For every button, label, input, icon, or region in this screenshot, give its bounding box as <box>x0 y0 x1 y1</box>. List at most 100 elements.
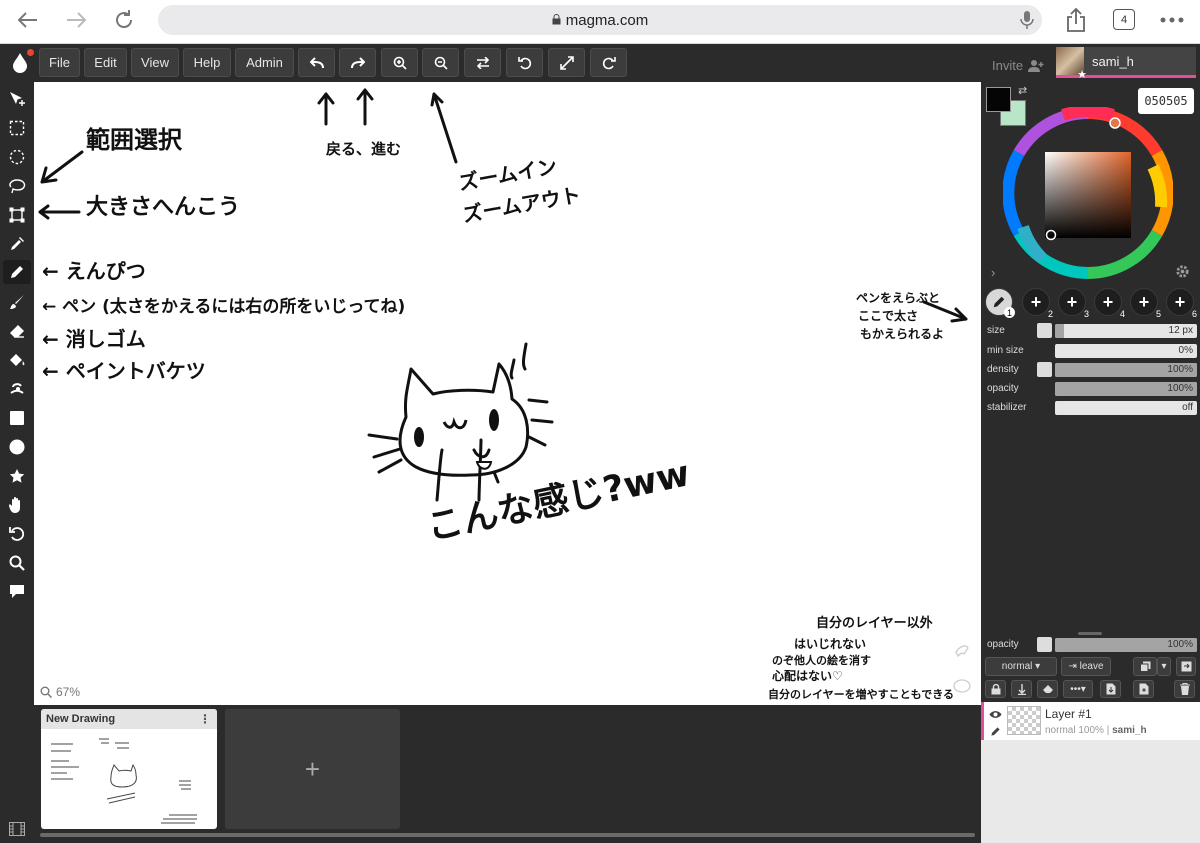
hand-icon <box>9 497 20 513</box>
flip-button[interactable] <box>464 48 501 77</box>
film-strip-button[interactable] <box>5 817 29 841</box>
magma-logo[interactable] <box>5 48 35 78</box>
paint-bucket-tool[interactable] <box>5 348 29 372</box>
forward-button[interactable] <box>60 6 92 34</box>
duplicate-layer-button[interactable] <box>1133 657 1157 676</box>
tab-count-button[interactable]: 4 <box>1113 9 1135 30</box>
menu-edit[interactable]: Edit <box>84 48 127 77</box>
hue-marker[interactable] <box>1109 117 1121 129</box>
brush-slot-2[interactable]: +2 <box>1022 288 1053 319</box>
merge-layer-button[interactable] <box>1176 657 1196 676</box>
ellipse-tool[interactable] <box>5 435 29 459</box>
brush-slot-1[interactable]: 1 <box>985 288 1015 318</box>
user-chip[interactable]: ★ sami_h <box>1056 47 1196 81</box>
chat-tool[interactable] <box>5 579 29 603</box>
lasso-icon <box>9 179 26 194</box>
chevron-right-icon[interactable]: › <box>991 265 995 280</box>
brush-slot-4[interactable]: +4 <box>1094 288 1125 319</box>
menu-admin[interactable]: Admin <box>235 48 294 77</box>
zoom-in-button[interactable] <box>381 48 418 77</box>
layer-mode: normal <box>1045 725 1076 736</box>
share-button[interactable] <box>1060 6 1092 34</box>
redo-button[interactable] <box>339 48 376 77</box>
drawing-canvas[interactable]: 範囲選択 大きさへんこう ← えんぴつ ← ペン (太さをかえるには右の所をいじ… <box>34 82 981 705</box>
polygon-tool[interactable] <box>5 464 29 488</box>
zoom-indicator[interactable]: 67% <box>40 685 80 699</box>
undo-icon <box>309 56 324 68</box>
eye-icon[interactable] <box>989 706 1002 724</box>
delete-layer-button[interactable] <box>1174 680 1195 698</box>
undo-button[interactable] <box>298 48 335 77</box>
merge-down-button[interactable] <box>1011 680 1032 698</box>
density-pressure-toggle[interactable] <box>1037 362 1052 377</box>
brush-slot-5[interactable]: +5 <box>1130 288 1161 319</box>
drawing-card[interactable]: New Drawing ⋮ <box>41 709 217 829</box>
lasso-tool[interactable] <box>5 174 29 198</box>
import-image-button[interactable] <box>1100 680 1121 698</box>
eraser-tool[interactable] <box>5 319 29 343</box>
density-row: density 100% <box>987 362 1197 377</box>
kebab-menu-icon[interactable]: ⋮ <box>199 712 211 726</box>
add-drawing-button[interactable]: + <box>225 709 400 829</box>
address-bar[interactable]: magma.com <box>158 5 1042 35</box>
zoom-tool[interactable] <box>5 551 29 575</box>
layer-opacity-toggle[interactable] <box>1037 637 1052 652</box>
back-button[interactable] <box>12 6 44 34</box>
invite-label: Invite <box>992 58 1024 73</box>
eyedropper-tool[interactable] <box>5 232 29 256</box>
note-layer-tip-4: 心配はない♡ <box>772 668 843 683</box>
layer-opacity-label: opacity <box>987 639 1019 650</box>
settings-gear-icon[interactable] <box>1175 264 1190 284</box>
opacity-slider[interactable]: 100% <box>1055 381 1197 396</box>
swap-colors-icon[interactable]: ⇄ <box>1018 84 1027 97</box>
microphone-icon[interactable] <box>1020 10 1034 34</box>
hex-color-input[interactable]: 050505 <box>1138 88 1194 114</box>
invite-button[interactable]: Invite <box>992 58 1044 73</box>
layer-list: Layer #1 normal 100% | sami_h <box>981 702 1200 843</box>
min-size-slider[interactable]: 0% <box>1055 343 1197 358</box>
note-pencil: ← えんぴつ <box>42 259 146 283</box>
ellipse-select-tool[interactable] <box>5 145 29 169</box>
rect-select-tool[interactable] <box>5 116 29 140</box>
lock-layer-button[interactable] <box>985 680 1006 698</box>
hand-tool[interactable] <box>5 493 29 517</box>
zoom-out-icon <box>434 56 448 70</box>
transform-tool[interactable] <box>5 203 29 227</box>
size-pressure-toggle[interactable] <box>1037 323 1052 338</box>
rotate-left-button[interactable] <box>506 48 543 77</box>
menu-view[interactable]: View <box>131 48 179 77</box>
rectangle-tool[interactable] <box>5 406 29 430</box>
brush-slot-3[interactable]: +3 <box>1058 288 1089 319</box>
pencil-tool[interactable] <box>3 260 31 284</box>
color-wheel[interactable] <box>1003 107 1173 282</box>
fullscreen-icon <box>559 55 574 70</box>
fullscreen-button[interactable] <box>548 48 585 77</box>
brush-tool[interactable] <box>5 290 29 314</box>
drawing-card-header: New Drawing ⋮ <box>41 709 217 729</box>
brush-slot-6[interactable]: +6 <box>1166 288 1197 319</box>
clear-layer-button[interactable] <box>1037 680 1058 698</box>
layer-more-button[interactable]: •••▾ <box>1063 680 1093 698</box>
zoom-out-button[interactable] <box>422 48 459 77</box>
layer-row[interactable]: Layer #1 normal 100% | sami_h <box>981 702 1200 740</box>
panel-resize-handle[interactable] <box>1078 632 1102 635</box>
layer-opacity-slider[interactable]: 100% <box>1055 637 1197 652</box>
new-layer-button[interactable] <box>1133 680 1154 698</box>
move-tool[interactable] <box>5 87 29 111</box>
smudge-tool[interactable] <box>5 377 29 401</box>
drawings-scrollbar[interactable] <box>40 833 975 837</box>
size-slider[interactable]: 12 px <box>1055 323 1197 338</box>
menu-file[interactable]: File <box>39 48 80 77</box>
leave-button[interactable]: ⇥ leave <box>1061 657 1111 676</box>
zoom-value: 67% <box>56 685 81 699</box>
duplicate-menu-button[interactable]: ▾ <box>1157 657 1171 676</box>
stabilizer-slider[interactable]: off <box>1055 400 1197 415</box>
density-slider[interactable]: 100% <box>1055 362 1197 377</box>
menu-help[interactable]: Help <box>183 48 231 77</box>
blend-mode-select[interactable]: normal ▾ <box>985 657 1057 676</box>
reload-button[interactable] <box>108 6 140 34</box>
more-options-button[interactable] <box>1156 6 1188 34</box>
rotate-view-tool[interactable] <box>5 522 29 546</box>
rotate-right-button[interactable] <box>590 48 627 77</box>
foreground-color-swatch[interactable] <box>986 87 1011 112</box>
